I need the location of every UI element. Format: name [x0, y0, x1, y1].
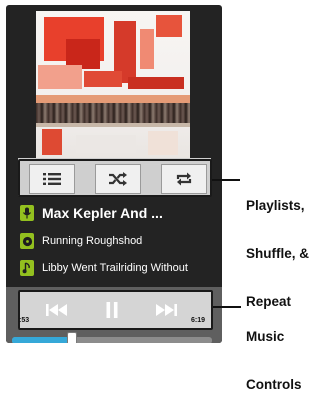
artist-title: Max Kepler And ... — [42, 205, 163, 221]
elapsed-time: :53 — [19, 317, 30, 324]
music-player-screen: Max Kepler And ... Running Roughshod Lib… — [6, 5, 222, 343]
shuffle-icon — [109, 172, 127, 186]
album-row: Running Roughshod — [20, 233, 142, 249]
album-art — [36, 11, 190, 159]
options-annotation-line-1: Playlists, — [246, 198, 305, 213]
song-row: Libby Went Trailriding Without — [20, 260, 188, 276]
repeat-button[interactable] — [161, 164, 207, 194]
album-title: Running Roughshod — [42, 235, 143, 247]
seek-bar-thumb[interactable] — [67, 332, 77, 343]
artist-row: Max Kepler And ... — [20, 205, 163, 221]
next-track-icon — [156, 304, 177, 316]
list-icon — [43, 173, 61, 185]
controls-leader-line — [213, 306, 241, 308]
song-title: Libby Went Trailriding Without — [42, 262, 188, 274]
song-icon — [20, 260, 34, 276]
total-time: 6:19 — [191, 317, 206, 324]
options-annotation-line-2: Shuffle, & — [246, 246, 309, 261]
artist-icon — [20, 205, 34, 221]
controls-annotation-line-1: Music — [246, 329, 285, 344]
album-icon — [20, 233, 34, 249]
controls-annotation-line-2: Controls — [246, 377, 302, 392]
seek-bar-progress — [12, 337, 72, 343]
playlist-button[interactable] — [29, 164, 75, 194]
options-leader-line — [212, 179, 240, 181]
repeat-icon — [176, 172, 192, 186]
previous-track-icon — [46, 304, 67, 316]
pause-icon — [106, 302, 118, 318]
controls-annotation: Music Controls — [246, 297, 302, 409]
pause-button[interactable] — [92, 294, 132, 326]
next-button[interactable] — [146, 294, 186, 326]
shuffle-button[interactable] — [95, 164, 141, 194]
previous-button[interactable] — [37, 294, 77, 326]
